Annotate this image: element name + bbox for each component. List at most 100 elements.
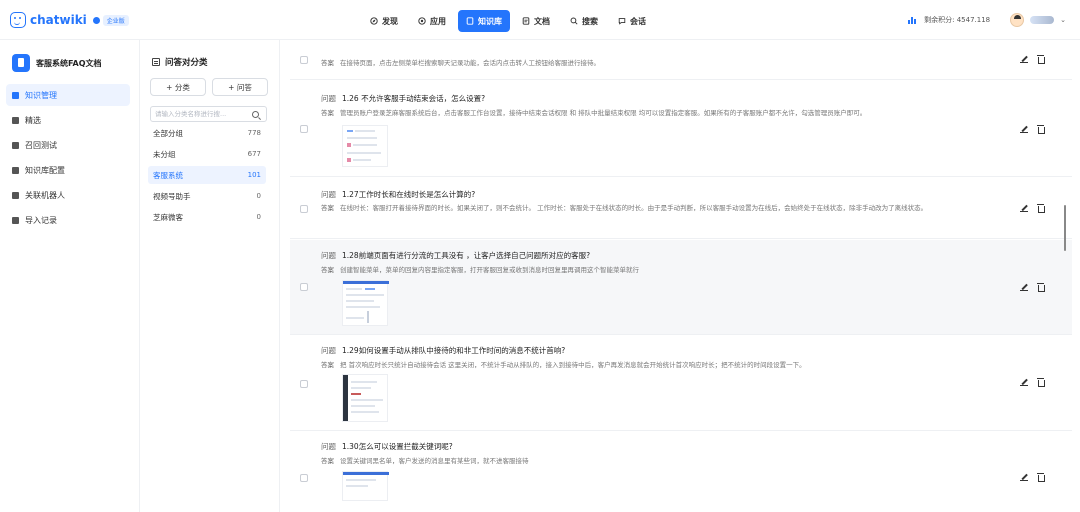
category-list: 全部分组 778 未分组 677 客服系统 101 视频号助手 0 芝麻微客 0	[148, 124, 266, 229]
answer-image-thumbnail[interactable]	[342, 280, 389, 326]
sidebar-item-label: 召回测试	[25, 140, 57, 150]
nav-knowledge[interactable]: 知识库	[458, 10, 510, 32]
category-search-input[interactable]	[151, 107, 249, 121]
category-name: 视频号助手	[153, 191, 191, 201]
qa-checkbox[interactable]	[300, 380, 308, 388]
qa-answer: 答案 管理员账户登录芝麻客服系统后台，点击客服工作台设置，接待中结束会话权限 和 …	[321, 108, 1001, 119]
delete-icon[interactable]	[1037, 55, 1045, 64]
sidebar-menu: 知识管理 精选 召回测试 知识库配置 关联机器人 导入记录	[6, 84, 130, 234]
version-label: 企业版	[102, 14, 129, 26]
category-count: 0	[256, 192, 261, 200]
qa-checkbox[interactable]	[300, 474, 308, 482]
qa-actions	[1020, 378, 1045, 387]
sidebar-item-label: 导入记录	[25, 215, 57, 225]
question-tag: 问题	[321, 346, 336, 355]
search-icon[interactable]	[252, 110, 259, 118]
list-scrollbar[interactable]	[1064, 205, 1066, 251]
qa-question: 问题 1.29如何设置手动从排队中接待的和非工作时间的消息不统计首响?	[321, 345, 565, 356]
answer-image-thumbnail[interactable]	[342, 374, 388, 422]
nav-app[interactable]: 应用	[410, 10, 454, 32]
delete-icon[interactable]	[1037, 473, 1045, 482]
menu-square-icon	[12, 91, 19, 99]
category-count: 101	[247, 171, 261, 179]
qa-checkbox[interactable]	[300, 205, 308, 213]
qa-checkbox[interactable]	[300, 283, 308, 291]
category-item-all[interactable]: 全部分组 778	[148, 124, 266, 142]
brand-logo[interactable]: chatwiki 企业版	[10, 12, 129, 28]
nav-label: 发现	[382, 16, 398, 26]
edit-icon[interactable]	[1020, 204, 1028, 212]
answer-text: 设置关键词黑名单，客户发送的消息里有某些词，就不进客服接待	[340, 457, 529, 465]
delete-icon[interactable]	[1037, 125, 1045, 134]
question-tag: 问题	[321, 251, 336, 260]
qa-checkbox[interactable]	[300, 56, 308, 64]
knowledge-icon	[466, 17, 474, 25]
nav-discover[interactable]: 发现	[362, 10, 406, 32]
qa-answer: 答案 在线时长：客服打开着接待界面的时长。如果关闭了，则不会统计。 工作时长：客服…	[321, 203, 1001, 214]
answer-text: 在线时长：客服打开着接待界面的时长。如果关闭了，则不会统计。 工作时长：客服处于…	[340, 204, 928, 212]
search-icon	[570, 17, 578, 25]
qa-actions	[1020, 125, 1045, 134]
top-nav: 发现 应用 知识库 文档 搜索 会话	[362, 9, 654, 33]
question-tag: 问题	[321, 94, 336, 103]
library-name: 客服系统FAQ文档	[36, 58, 102, 68]
delete-icon[interactable]	[1037, 204, 1045, 213]
answer-image-thumbnail[interactable]	[342, 125, 388, 167]
category-actions: + 分类 + 问答	[150, 78, 268, 96]
question-text: 1.26 不允许客服手动结束会话，怎么设置?	[342, 94, 486, 103]
nav-search[interactable]: 搜索	[562, 10, 606, 32]
qa-actions	[1020, 55, 1045, 64]
sidebar-item-library-config[interactable]: 知识库配置	[6, 159, 130, 181]
category-item-ungrouped[interactable]: 未分组 677	[148, 145, 266, 163]
chat-icon	[618, 18, 626, 25]
user-avatar[interactable]	[1010, 13, 1025, 27]
qa-question: 问题 1.26 不允许客服手动结束会话，怎么设置?	[321, 93, 485, 104]
answer-tag: 答案	[321, 109, 334, 117]
nav-chat[interactable]: 会话	[610, 10, 654, 32]
category-name: 客服系统	[153, 170, 183, 180]
top-header: chatwiki 企业版 发现 应用 知识库 文档 搜索 会话 剩余积分: 45…	[0, 0, 1080, 40]
answer-text: 创建智能菜单，菜单的回复内容里指定客服，打开客服回复或收到消息时回复里再调用这个…	[340, 266, 639, 274]
edit-icon[interactable]	[1020, 283, 1028, 291]
discover-icon	[370, 17, 378, 25]
sidebar-item-import-records[interactable]: 导入记录	[6, 209, 130, 231]
sidebar-item-recall-test[interactable]: 召回测试	[6, 134, 130, 156]
add-category-button[interactable]: + 分类	[150, 78, 206, 96]
answer-text: 管理员账户登录芝麻客服系统后台，点击客服工作台设置，接待中结束会话权限 和 排队…	[340, 109, 867, 117]
qa-question: 问题 1.27工作时长和在线时长是怎么计算的?	[321, 189, 475, 200]
category-item-video-assistant[interactable]: 视频号助手 0	[148, 187, 266, 205]
library-title: 客服系统FAQ文档	[12, 54, 102, 72]
sidebar-item-knowledge-manage[interactable]: 知识管理	[6, 84, 130, 106]
category-item-support-system[interactable]: 客服系统 101	[148, 166, 266, 184]
add-qa-button[interactable]: + 问答	[212, 78, 268, 96]
question-text: 1.30怎么可以设置拦截关键词呢?	[342, 442, 453, 451]
nav-label: 会话	[630, 16, 646, 26]
qa-item: 问题 1.27工作时长和在线时长是怎么计算的? 答案 在线时长：客服打开着接待界面的…	[290, 178, 1072, 239]
qa-question: 问题 1.30怎么可以设置拦截关键词呢?	[321, 441, 453, 452]
qa-checkbox[interactable]	[300, 125, 308, 133]
app-icon	[418, 17, 426, 25]
sidebar-item-linked-robots[interactable]: 关联机器人	[6, 184, 130, 206]
chevron-down-icon[interactable]: ⌄	[1060, 16, 1066, 24]
nav-label: 搜索	[582, 16, 598, 26]
delete-icon[interactable]	[1037, 283, 1045, 292]
version-dot-icon	[92, 16, 100, 24]
category-item-zhima-weike[interactable]: 芝麻微客 0	[148, 208, 266, 226]
answer-tag: 答案	[321, 361, 334, 369]
category-title-text: 问答对分类	[165, 58, 208, 68]
edit-icon[interactable]	[1020, 55, 1028, 63]
answer-image-thumbnail[interactable]	[342, 471, 389, 501]
delete-icon[interactable]	[1037, 378, 1045, 387]
sidebar-item-featured[interactable]: 精选	[6, 109, 130, 131]
nav-document[interactable]: 文档	[514, 10, 558, 32]
qa-answer: 答案 创建智能菜单，菜单的回复内容里指定客服，打开客服回复或收到消息时回复里再调用…	[321, 265, 1001, 276]
question-tag: 问题	[321, 442, 336, 451]
edit-icon[interactable]	[1020, 378, 1028, 386]
qa-actions	[1020, 473, 1045, 482]
version-badge: 企业版	[92, 14, 129, 26]
category-count: 677	[247, 150, 261, 158]
edit-icon[interactable]	[1020, 473, 1028, 481]
category-panel-title: 问答对分类	[152, 56, 208, 68]
category-search-box	[150, 106, 267, 122]
edit-icon[interactable]	[1020, 125, 1028, 133]
